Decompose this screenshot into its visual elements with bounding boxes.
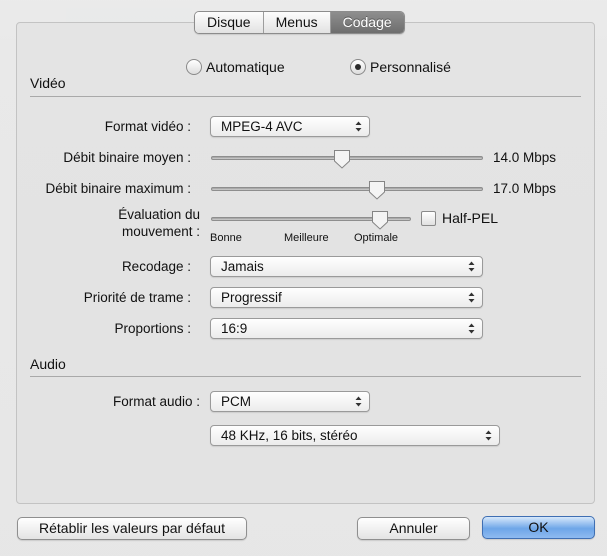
reset-defaults-button[interactable]: Rétablir les valeurs par défaut — [17, 517, 247, 540]
tab-codage[interactable]: Codage — [330, 12, 404, 33]
audio-format-label: Format audio : — [112, 394, 200, 409]
avg-bitrate-value: 14.0 Mbps — [493, 150, 557, 165]
audio-separator — [30, 376, 581, 377]
motion-tick-better: Meilleure — [284, 232, 329, 244]
max-bitrate-value: 17.0 Mbps — [493, 181, 557, 196]
encoding-sheet: Disque Menus Codage Automatique Personna… — [0, 0, 607, 556]
recode-label: Recodage : — [121, 259, 191, 274]
motion-knob[interactable] — [371, 210, 389, 230]
video-section-title: Vidéo — [30, 75, 66, 91]
radio-automatic[interactable]: Automatique — [186, 59, 285, 75]
halfpel-box[interactable] — [421, 210, 436, 226]
video-format-popup[interactable]: MPEG-4 AVC — [210, 116, 370, 137]
audio-quality-popup[interactable]: 48 KHz, 16 bits, stéréo — [210, 425, 500, 446]
motion-label-line1: Évaluation du — [118, 207, 200, 222]
motion-tick-optimal: Optimale — [354, 232, 399, 244]
popup-arrows-icon — [485, 430, 492, 441]
halfpel-checkbox[interactable]: Half-PEL — [421, 210, 498, 226]
popup-arrows-icon — [355, 396, 362, 407]
cancel-button[interactable]: Annuler — [357, 517, 470, 540]
popup-arrows-icon — [355, 121, 362, 132]
halfpel-label: Half-PEL — [442, 210, 499, 226]
aspect-value: 16:9 — [221, 321, 248, 336]
video-separator — [30, 96, 581, 97]
audio-quality-value: 48 KHz, 16 bits, stéréo — [221, 428, 358, 443]
tab-bar: Disque Menus Codage — [194, 11, 405, 34]
radio-automatic-label: Automatique — [206, 59, 285, 75]
video-format-value: MPEG-4 AVC — [221, 119, 303, 134]
frame-priority-popup[interactable]: Progressif — [210, 287, 483, 308]
radio-custom-label: Personnalisé — [370, 59, 451, 75]
radio-custom-circle[interactable] — [350, 59, 366, 75]
audio-section-title: Audio — [30, 356, 66, 372]
frame-priority-value: Progressif — [221, 290, 282, 305]
video-format-label: Format vidéo : — [104, 119, 191, 134]
aspect-popup[interactable]: 16:9 — [210, 318, 483, 339]
max-bitrate-slider[interactable] — [211, 180, 483, 200]
frame-priority-label: Priorité de trame : — [83, 290, 191, 305]
aspect-label: Proportions : — [114, 321, 191, 336]
audio-format-popup[interactable]: PCM — [210, 391, 370, 412]
recode-value: Jamais — [221, 259, 264, 274]
motion-slider[interactable] — [211, 210, 411, 230]
popup-arrows-icon — [468, 261, 475, 272]
motion-label-line2: mouvement : — [121, 224, 200, 239]
max-bitrate-knob[interactable] — [368, 180, 386, 200]
motion-tick-good: Bonne — [210, 232, 242, 244]
avg-bitrate-slider[interactable] — [211, 149, 483, 169]
max-bitrate-label: Débit binaire maximum : — [45, 181, 191, 196]
recode-popup[interactable]: Jamais — [210, 256, 483, 277]
radio-automatic-circle[interactable] — [186, 59, 202, 75]
ok-button[interactable]: OK — [482, 516, 595, 539]
max-bitrate-track — [211, 187, 483, 191]
popup-arrows-icon — [468, 323, 475, 334]
tab-disque[interactable]: Disque — [195, 12, 264, 33]
avg-bitrate-knob[interactable] — [333, 149, 351, 169]
motion-label: Évaluation du mouvement : — [118, 206, 200, 240]
popup-arrows-icon — [468, 292, 475, 303]
radio-custom[interactable]: Personnalisé — [350, 59, 451, 75]
audio-format-value: PCM — [221, 394, 251, 409]
avg-bitrate-label: Débit binaire moyen : — [63, 150, 191, 165]
tab-menus[interactable]: Menus — [263, 12, 331, 33]
